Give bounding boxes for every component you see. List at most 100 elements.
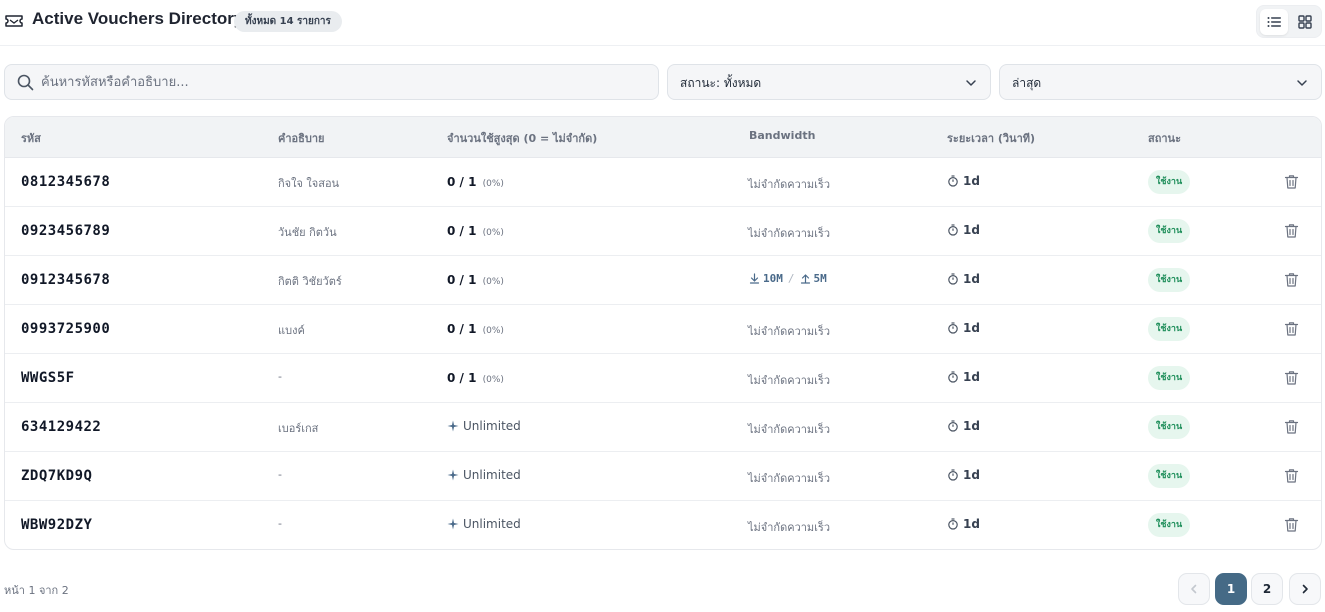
- usage-percent: (0%): [482, 326, 504, 336]
- usage-percent: (0%): [482, 228, 504, 238]
- vouchers-table: รหัส คำอธิบาย จำนวนใช้สูงสุด (0 = ไม่จำก…: [4, 116, 1322, 550]
- sparkle-icon: [447, 518, 459, 530]
- table-row[interactable]: 634129422 เบอร์เกส Unlimited ไม่จำกัดควา…: [5, 403, 1321, 452]
- bandwidth-value: ไม่จำกัดความเร็ว: [748, 374, 831, 387]
- status-badge: ใช้งาน: [1148, 268, 1191, 292]
- timer-icon: [948, 518, 958, 530]
- duration: 1d: [947, 517, 980, 531]
- sparkle-icon: [447, 469, 459, 481]
- table-row[interactable]: 0812345678 กิจใจ ใจสอน 0 / 1 (0%) ไม่จำก…: [5, 158, 1321, 207]
- table-row[interactable]: WWGS5F - 0 / 1 (0%) ไม่จำกัดความเร็ว 1d …: [5, 354, 1321, 403]
- usage-value: 0 / 1: [447, 322, 477, 336]
- usage-value: 0 / 1: [447, 175, 477, 189]
- voucher-description: -: [278, 468, 282, 481]
- table-row[interactable]: ZDQ7KD9Q - Unlimited ไม่จำกัดความเร็ว 1d…: [5, 452, 1321, 501]
- usage-count: 0 / 1 (0%): [447, 224, 504, 238]
- previous-page-button[interactable]: [1178, 573, 1210, 605]
- voucher-code: ZDQ7KD9Q: [21, 468, 93, 484]
- upload-speed: 5M: [813, 272, 827, 285]
- voucher-description: เบอร์เกส: [278, 422, 319, 435]
- usage-percent: (0%): [482, 277, 504, 287]
- timer-icon: [948, 371, 958, 383]
- chevron-down-icon: [966, 80, 976, 86]
- duration: 1d: [947, 419, 980, 433]
- timer-icon: [948, 273, 958, 285]
- upload-arrow-icon: [800, 274, 810, 284]
- timer-icon: [948, 469, 958, 481]
- voucher-code: 0923456789: [21, 223, 111, 239]
- timer-icon: [948, 224, 958, 236]
- usage-value: Unlimited: [463, 468, 521, 482]
- column-header-bandwidth: Bandwidth: [749, 129, 816, 142]
- usage-value: Unlimited: [463, 517, 521, 531]
- usage-unlimited: Unlimited: [447, 517, 521, 531]
- trash-icon[interactable]: [1284, 174, 1299, 190]
- table-row[interactable]: WBW92DZY - Unlimited ไม่จำกัดความเร็ว 1d…: [5, 501, 1321, 549]
- duration-value: 1d: [963, 272, 980, 286]
- status-filter-select[interactable]: สถานะ: ทั้งหมด: [667, 64, 991, 100]
- duration: 1d: [947, 174, 980, 188]
- status-badge: ใช้งาน: [1148, 317, 1191, 341]
- view-toggle: [1256, 5, 1322, 38]
- sort-select[interactable]: ล่าสุด: [999, 64, 1322, 100]
- voucher-description: แบงค์: [278, 324, 305, 337]
- page-2-button[interactable]: 2: [1251, 573, 1283, 605]
- duration-value: 1d: [963, 321, 980, 335]
- status-badge: ใช้งาน: [1148, 415, 1191, 439]
- voucher-code: WWGS5F: [21, 370, 75, 386]
- column-header-max-usage: จำนวนใช้สูงสุด (0 = ไม่จำกัด): [447, 132, 598, 145]
- duration: 1d: [947, 321, 980, 335]
- column-header-duration: ระยะเวลา (วินาที): [947, 132, 1036, 145]
- trash-icon[interactable]: [1284, 272, 1299, 288]
- status-badge: ใช้งาน: [1148, 219, 1191, 243]
- trash-icon[interactable]: [1284, 517, 1299, 533]
- voucher-code: 0912345678: [21, 272, 111, 288]
- voucher-code: 0812345678: [21, 174, 111, 190]
- next-page-button[interactable]: [1289, 573, 1321, 605]
- duration-value: 1d: [963, 174, 980, 188]
- timer-icon: [948, 175, 958, 187]
- usage-percent: (0%): [482, 375, 504, 385]
- trash-icon[interactable]: [1284, 223, 1299, 239]
- column-header-description: คำอธิบาย: [278, 132, 325, 145]
- chevron-down-icon: [1297, 80, 1307, 86]
- search-input[interactable]: [41, 65, 641, 99]
- usage-unlimited: Unlimited: [447, 468, 521, 482]
- voucher-description: กิจใจ ใจสอน: [278, 177, 340, 190]
- duration-value: 1d: [963, 517, 980, 531]
- trash-icon[interactable]: [1284, 321, 1299, 337]
- table-row[interactable]: 0993725900 แบงค์ 0 / 1 (0%) ไม่จำกัดความ…: [5, 305, 1321, 354]
- table-row[interactable]: 0912345678 กิตติ วิชัยวัตร์ 0 / 1 (0%) 1…: [5, 256, 1321, 305]
- table-row[interactable]: 0923456789 วันชัย กิตวัน 0 / 1 (0%) ไม่จ…: [5, 207, 1321, 256]
- search-box: [4, 64, 659, 100]
- usage-unlimited: Unlimited: [447, 419, 521, 433]
- chevron-left-icon: [1191, 584, 1197, 594]
- trash-icon[interactable]: [1284, 419, 1299, 435]
- voucher-code: 634129422: [21, 419, 102, 435]
- bandwidth-limit: 10M / 5M: [749, 272, 827, 285]
- voucher-code: 0993725900: [21, 321, 111, 337]
- bandwidth-value: ไม่จำกัดความเร็ว: [748, 521, 831, 534]
- duration: 1d: [947, 272, 980, 286]
- duration-value: 1d: [963, 468, 980, 482]
- search-icon: [17, 74, 34, 91]
- list-view-icon: [1267, 17, 1281, 27]
- usage-count: 0 / 1 (0%): [447, 273, 504, 287]
- trash-icon[interactable]: [1284, 468, 1299, 484]
- ticket-icon: [5, 15, 23, 27]
- total-count-badge: ทั้งหมด 14 รายการ: [234, 11, 342, 32]
- status-badge: ใช้งาน: [1148, 170, 1191, 194]
- duration-value: 1d: [963, 223, 980, 237]
- page-1-button[interactable]: 1: [1215, 573, 1247, 605]
- chevron-right-icon: [1302, 584, 1308, 594]
- trash-icon[interactable]: [1284, 370, 1299, 386]
- list-view-button[interactable]: [1260, 9, 1288, 35]
- usage-count: 0 / 1 (0%): [447, 322, 504, 336]
- grid-view-button[interactable]: [1291, 9, 1319, 35]
- bandwidth-value: ไม่จำกัดความเร็ว: [748, 325, 831, 338]
- duration: 1d: [947, 468, 980, 482]
- voucher-description: -: [278, 370, 282, 383]
- download-speed: 10M: [763, 272, 783, 285]
- sort-value: ล่าสุด: [1012, 76, 1042, 90]
- voucher-description: วันชัย กิตวัน: [278, 226, 337, 239]
